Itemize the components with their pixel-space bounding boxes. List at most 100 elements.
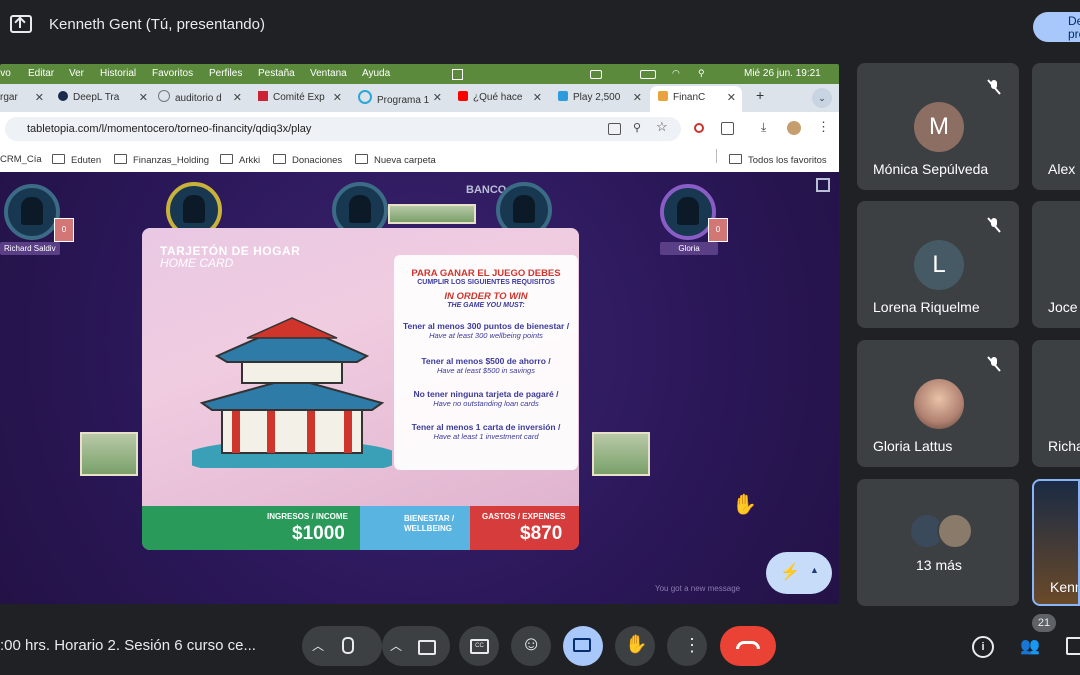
bookmark-item[interactable]: Eduten — [52, 154, 101, 166]
close-icon[interactable]: ✕ — [35, 90, 44, 106]
participant-tile[interactable]: Gloria Lattus — [857, 340, 1019, 467]
income-value: $1000 — [292, 523, 345, 544]
chat-icon[interactable] — [1066, 637, 1080, 655]
participant-name: Alex — [1048, 161, 1076, 177]
more-icon[interactable]: ⋮ — [817, 119, 830, 135]
browser-tab[interactable]: rgar ✕ — [0, 90, 44, 112]
captions-button[interactable]: CC — [459, 626, 499, 666]
tab-label: DeepL Tra — [73, 92, 120, 103]
new-tab-button[interactable]: + — [756, 87, 764, 109]
menu-item[interactable]: Ayuda — [362, 68, 390, 79]
leave-call-button[interactable] — [720, 626, 776, 666]
chat-toggle-button[interactable]: ⚡ ▲ — [766, 552, 832, 594]
people-icon[interactable]: 👥 — [1020, 636, 1040, 656]
rule-es: Tener al menos 1 carta de inversión / — [411, 422, 561, 432]
bookmark-item[interactable]: Arkki — [220, 154, 260, 166]
menu-clock[interactable]: Mié 26 jun. 19:21 — [744, 68, 821, 79]
status-icon[interactable] — [452, 69, 463, 80]
menu-item[interactable]: ivo — [0, 68, 11, 79]
browser-tab[interactable]: auditorio d ✕ — [158, 90, 242, 112]
bookmark-item[interactable]: CRM_Cía — [0, 154, 42, 165]
participant-name: Richa — [1048, 438, 1080, 454]
more-options-button[interactable]: ⋮ — [667, 626, 707, 666]
browser-tab[interactable]: DeepL Tra ✕ — [58, 90, 148, 112]
menu-item[interactable]: Ver — [69, 68, 84, 79]
menu-item[interactable]: Pestaña — [258, 68, 295, 79]
participant-tile[interactable]: L Lorena Riquelme — [857, 201, 1019, 328]
meeple-icon — [21, 197, 43, 225]
chevron-down-icon[interactable]: ⌄ — [812, 88, 832, 108]
wifi-icon[interactable]: ◠ — [672, 68, 680, 79]
close-icon[interactable]: ✕ — [139, 90, 148, 106]
participant-tile[interactable]: Alex — [1032, 63, 1080, 190]
search-icon[interactable]: ⚲ — [698, 68, 705, 79]
message-hint[interactable]: You got a new message — [655, 584, 740, 593]
card-subtitle: HOME CARD — [160, 256, 234, 270]
browser-tab[interactable]: Comité Exp ✕ — [258, 90, 342, 112]
mic-icon[interactable] — [342, 637, 354, 654]
close-icon[interactable]: ✕ — [433, 90, 442, 106]
close-icon[interactable]: ✕ — [233, 90, 242, 106]
menu-item[interactable]: Ventana — [310, 68, 347, 79]
translate-icon[interactable] — [608, 123, 621, 135]
property-card[interactable] — [592, 432, 650, 476]
browser-tab[interactable]: Play 2,500 ✕ — [558, 90, 642, 112]
download-icon[interactable]: ⤓ — [761, 120, 766, 135]
all-bookmarks[interactable]: Todos los favoritos — [729, 154, 827, 166]
close-icon[interactable]: ✕ — [727, 86, 736, 110]
rules-heading-en: IN ORDER TO WIN — [444, 291, 528, 302]
home-card[interactable]: TARJETÓN DE HOGAR HOME CARD PARA GANAR E… — [142, 228, 579, 550]
game-board[interactable]: 0 Richard Saldiv BANCO 0 Gloria ✋ TARJET… — [0, 172, 839, 604]
folder-icon — [355, 154, 368, 164]
close-icon[interactable]: ✕ — [333, 90, 342, 106]
bank-card-stack[interactable] — [388, 204, 476, 224]
chevron-up-icon[interactable]: ︿ — [390, 637, 402, 654]
volume-icon[interactable] — [590, 70, 602, 79]
bookmark-item[interactable]: Finanzas_Holding — [114, 154, 209, 166]
reactions-button[interactable]: ☺ — [511, 626, 551, 666]
mic-off-icon — [983, 214, 1005, 236]
battery-icon[interactable] — [640, 70, 656, 79]
participant-tile[interactable]: Richa — [1032, 340, 1080, 467]
property-card[interactable] — [80, 432, 138, 476]
present-button[interactable] — [563, 626, 603, 666]
site-icon — [658, 91, 668, 101]
bookmark-item[interactable]: Nueva carpeta — [355, 154, 436, 166]
bookmark-item[interactable]: Donaciones — [273, 154, 342, 166]
puzzle-icon[interactable] — [721, 122, 734, 135]
browser-tab-strip: rgar ✕ DeepL Tra ✕ auditorio d ✕ Comité Exp… — [0, 84, 839, 112]
menu-item[interactable]: Perfiles — [209, 68, 242, 79]
url-field[interactable]: tabletopia.com/l/momentocero/torneo-fina… — [5, 117, 681, 141]
close-icon[interactable]: ✕ — [633, 90, 642, 106]
more-vert-icon: ⋮ — [683, 635, 701, 655]
more-participants-tile[interactable]: 13 más — [857, 479, 1019, 606]
stop-presenting-button[interactable]: Deja de presentar — [1033, 12, 1080, 42]
site-icon — [158, 90, 170, 102]
menu-item[interactable]: Editar — [28, 68, 54, 79]
menu-item[interactable]: Historial — [100, 68, 136, 79]
raise-hand-button[interactable]: ✋ — [615, 626, 655, 666]
player-token[interactable] — [4, 184, 60, 240]
menu-item[interactable]: Favoritos — [152, 68, 193, 79]
participant-tile[interactable]: Joce — [1032, 201, 1080, 328]
info-icon[interactable]: i — [972, 636, 994, 658]
chevron-up-icon[interactable]: ︿ — [312, 637, 324, 654]
browser-tab[interactable]: Programa 1 ✕ — [358, 90, 442, 112]
shared-screen: ivo Editar Ver Historial Favoritos Perfi… — [0, 64, 839, 604]
bookmark-label: Donaciones — [292, 155, 343, 166]
captions-icon: CC — [470, 639, 489, 654]
browser-tab[interactable]: ¿Qué hace ✕ — [458, 90, 542, 112]
extension-icon[interactable] — [694, 123, 704, 133]
browser-tab-active[interactable]: FinanC ✕ — [650, 86, 742, 112]
participant-name: Mónica Sepúlveda — [873, 161, 989, 177]
tab-label: Programa 1 — [377, 95, 430, 106]
camera-icon[interactable] — [418, 640, 436, 655]
star-icon[interactable]: ☆ — [656, 119, 668, 135]
profile-avatar[interactable] — [787, 121, 801, 135]
self-tile[interactable]: Kenn — [1032, 479, 1080, 606]
fullscreen-icon[interactable] — [816, 178, 830, 192]
participant-tile[interactable]: M Mónica Sepúlveda — [857, 63, 1019, 190]
emoji-icon: ☺ — [521, 633, 542, 655]
close-icon[interactable]: ✕ — [533, 90, 542, 106]
zoom-icon[interactable]: ⚲ — [633, 121, 641, 134]
